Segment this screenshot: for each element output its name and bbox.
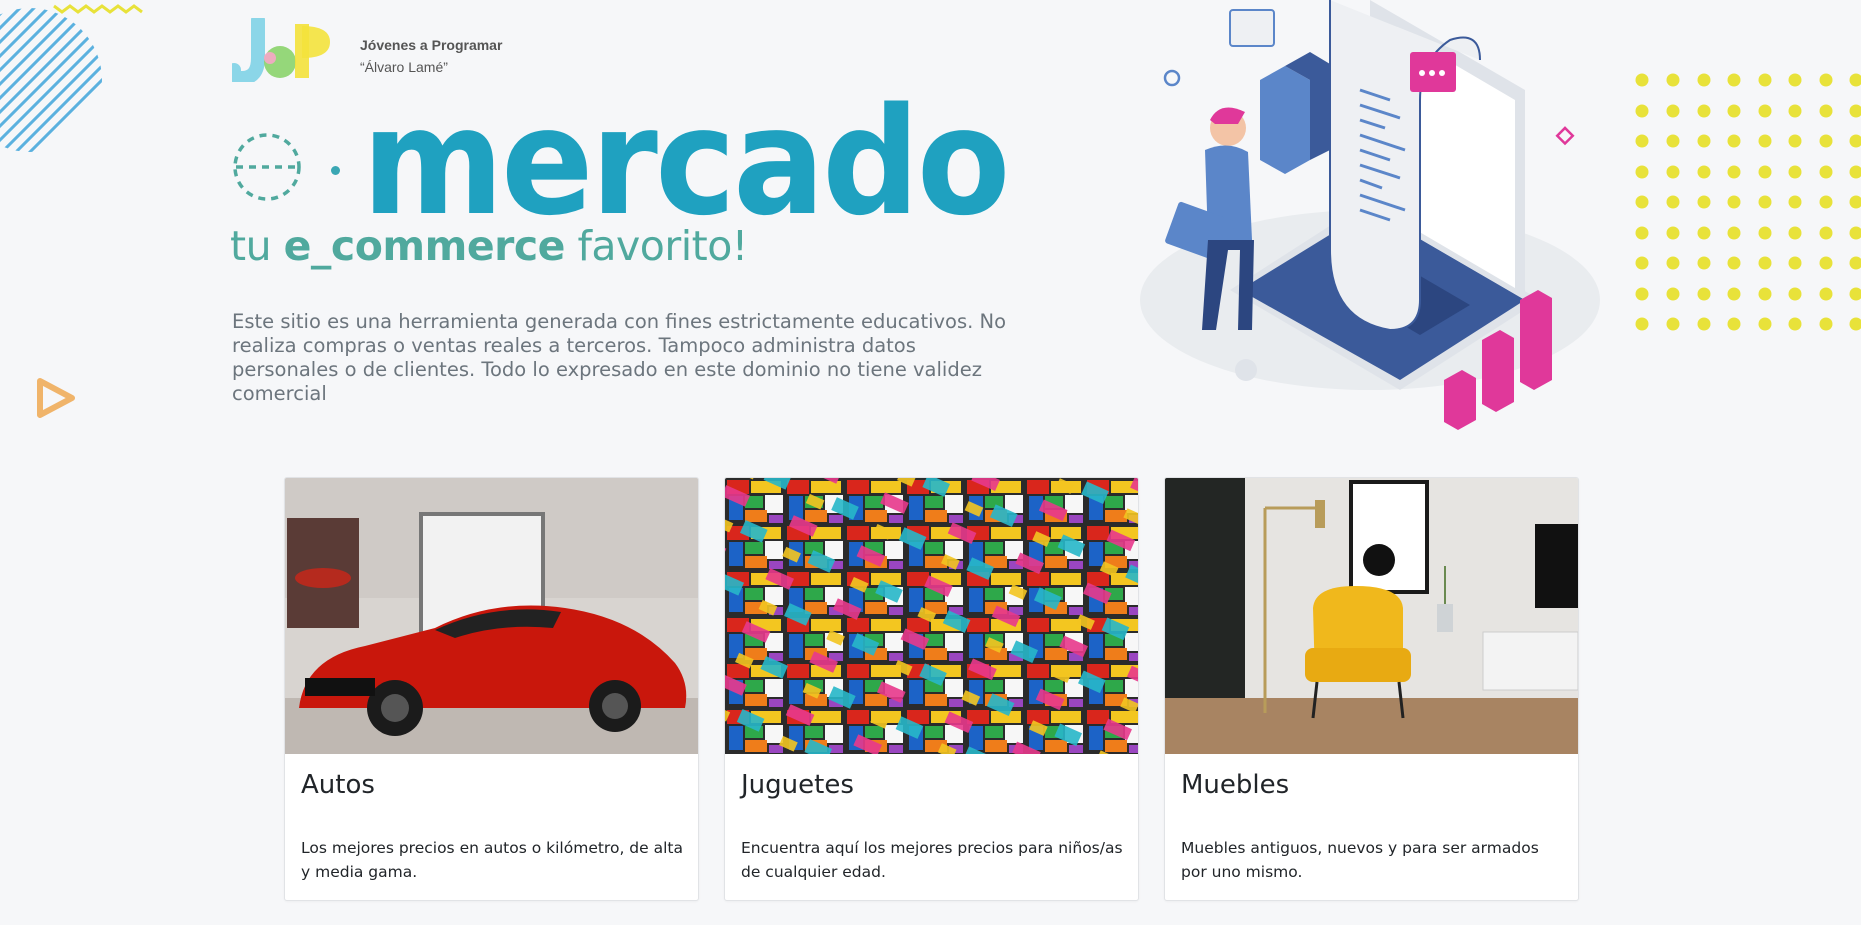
red-sports-car-photo	[285, 478, 698, 754]
zigzag-decoration	[53, 4, 143, 14]
yellow-dots-pattern	[1635, 73, 1861, 331]
page-subtitle: tu e_commerce favorito!	[230, 222, 748, 270]
lego-bricks-photo	[725, 478, 1138, 754]
organization-line1: Jóvenes a Programar	[360, 37, 503, 53]
subtitle-prefix: tu	[230, 222, 284, 270]
category-card-autos[interactable]: Autos Los mejores precios en autos o kil…	[284, 477, 699, 901]
category-description: Encuentra aquí los mejores precios para …	[741, 839, 1123, 881]
category-description: Los mejores precios en autos o kilómetro…	[301, 839, 683, 881]
subtitle-suffix: favorito!	[564, 222, 748, 270]
striped-circle-decoration	[0, 8, 102, 152]
jap-logo	[232, 18, 330, 82]
developer-laptop-illustration	[1140, 0, 1600, 430]
triangle-decoration	[37, 378, 75, 418]
site-disclaimer: Este sitio es una herramienta generada c…	[232, 310, 1007, 405]
category-title: Muebles	[1181, 770, 1290, 800]
title-separator-dot	[331, 166, 340, 175]
e-letter-dashed-icon	[233, 133, 301, 201]
category-title: Juguetes	[741, 770, 854, 800]
category-card-muebles[interactable]: Muebles Muebles antiguos, nuevos y para …	[1164, 477, 1579, 901]
subtitle-emphasis: e_commerce	[283, 222, 566, 270]
category-title: Autos	[301, 770, 375, 800]
category-description: Muebles antiguos, nuevos y para ser arma…	[1181, 839, 1539, 881]
category-card-juguetes[interactable]: Juguetes Encuentra aquí los mejores prec…	[724, 477, 1139, 901]
living-room-armchair-photo	[1165, 478, 1578, 754]
